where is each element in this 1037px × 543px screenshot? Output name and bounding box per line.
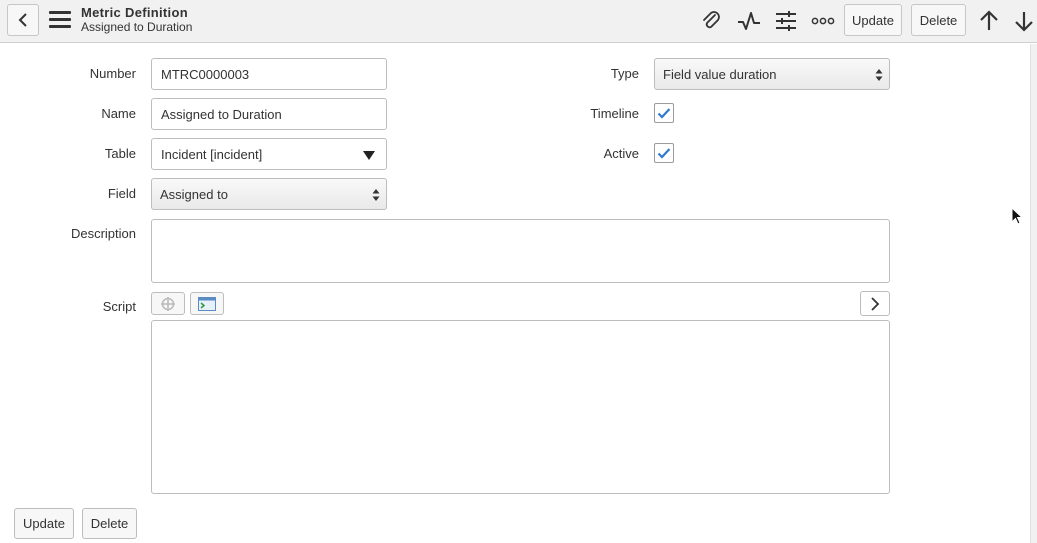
chevron-right-icon (871, 296, 880, 311)
paperclip-icon[interactable] (698, 8, 724, 34)
name-value: Assigned to Duration (161, 106, 282, 122)
field-select[interactable]: Assigned to (151, 178, 387, 210)
timeline-label: Timeline (590, 106, 639, 121)
script-debug-button[interactable] (151, 292, 185, 315)
number-value: MTRC0000003 (161, 66, 250, 82)
script-console-icon (198, 296, 216, 311)
script-editor[interactable] (151, 320, 890, 494)
script-console-button[interactable] (190, 292, 224, 315)
checkmark-icon (657, 108, 671, 119)
hamburger-icon[interactable] (49, 11, 71, 29)
field-label: Field (107, 186, 136, 201)
vertical-scrollbar[interactable] (1030, 44, 1037, 543)
script-debug-icon (161, 296, 175, 311)
description-label: Description (70, 226, 136, 241)
caret-down-icon (363, 151, 375, 160)
sliders-icon[interactable] (773, 8, 799, 34)
type-value: Field value duration (663, 66, 777, 82)
timeline-checkbox[interactable] (654, 103, 674, 123)
activity-pulse-icon[interactable] (736, 8, 762, 34)
active-label: Active (603, 146, 639, 161)
number-field[interactable]: MTRC0000003 (151, 58, 387, 90)
active-checkbox[interactable] (654, 143, 674, 163)
number-label: Number (89, 66, 136, 81)
select-arrows-icon (372, 189, 380, 201)
table-label: Table (104, 146, 136, 161)
footer-update-button[interactable]: Update (14, 508, 74, 539)
checkmark-icon (657, 148, 671, 159)
form-header: Metric Definition Assigned to Duration U… (0, 0, 1037, 43)
mouse-cursor-icon (1011, 207, 1023, 225)
header-delete-button[interactable]: Delete (911, 4, 966, 36)
header-update-button[interactable]: Update (844, 4, 902, 36)
arrow-down-icon[interactable] (1011, 8, 1037, 34)
chevron-left-icon (18, 13, 27, 27)
back-button[interactable] (7, 4, 39, 36)
page-title: Metric Definition (81, 5, 188, 20)
title-block: Metric Definition Assigned to Duration (81, 5, 192, 34)
name-field[interactable]: Assigned to Duration (151, 98, 387, 130)
table-select[interactable]: Incident [incident] (151, 138, 387, 170)
footer-delete-button[interactable]: Delete (82, 508, 137, 539)
select-arrows-icon (875, 69, 883, 81)
table-value: Incident [incident] (161, 146, 263, 162)
type-label: Type (610, 66, 639, 81)
description-textarea[interactable] (151, 219, 890, 283)
page-subtitle: Assigned to Duration (81, 20, 193, 34)
name-label: Name (101, 106, 136, 121)
type-select[interactable]: Field value duration (654, 58, 890, 90)
arrow-up-icon[interactable] (976, 8, 1002, 34)
field-value: Assigned to (160, 186, 228, 202)
script-label: Script (102, 299, 136, 314)
script-expand-button[interactable] (860, 291, 890, 316)
more-options-icon[interactable] (810, 8, 836, 34)
